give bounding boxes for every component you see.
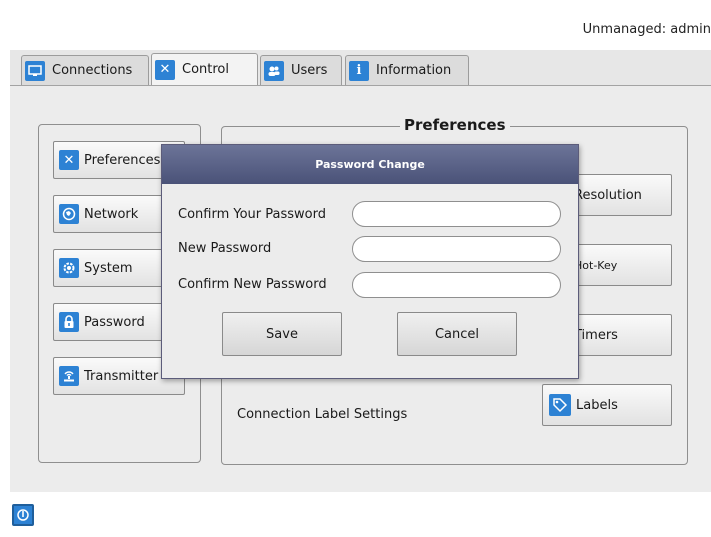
tab-label: Users xyxy=(291,63,328,78)
confirm-new-password-field[interactable] xyxy=(352,272,561,298)
tab-information[interactable]: i Information xyxy=(345,55,469,85)
hot-key-label: Hot-Key xyxy=(574,258,618,272)
monitor-icon xyxy=(25,60,45,81)
sidebar-item-label: Transmitter xyxy=(84,368,159,384)
bottom-bar xyxy=(0,492,711,537)
password-change-dialog: Password Change Confirm Your Password Ne… xyxy=(161,144,579,379)
tab-connections[interactable]: Connections xyxy=(21,55,149,85)
tab-control[interactable]: ✕ Control xyxy=(151,53,258,85)
tag-icon xyxy=(549,394,571,416)
lock-icon xyxy=(59,312,79,332)
sidebar-item-label: Preferences xyxy=(84,152,161,168)
power-icon[interactable] xyxy=(12,504,34,526)
sidebar-item-label: Network xyxy=(84,206,139,222)
top-bar: Unmanaged: admin xyxy=(0,0,711,50)
globe-icon xyxy=(59,204,79,224)
confirm-your-password-label: Confirm Your Password xyxy=(178,207,326,222)
connection-label-settings-text: Connection Label Settings xyxy=(237,407,408,422)
resolution-label: Resolution xyxy=(574,187,642,203)
gear-icon xyxy=(59,258,79,278)
confirm-your-password-field[interactable] xyxy=(352,201,561,227)
save-button[interactable]: Save xyxy=(222,312,342,356)
tab-label: Connections xyxy=(52,63,133,78)
preferences-title: Preferences xyxy=(400,116,510,134)
timers-label: Timers xyxy=(574,327,618,343)
cancel-button[interactable]: Cancel xyxy=(397,312,517,356)
status-text: Unmanaged: admin xyxy=(582,22,711,37)
users-icon xyxy=(264,60,284,81)
sidebar-item-label: Password xyxy=(84,314,145,330)
new-password-label: New Password xyxy=(178,241,272,256)
tab-users[interactable]: Users xyxy=(260,55,342,85)
dialog-title: Password Change xyxy=(162,145,578,184)
sidebar-item-label: System xyxy=(84,260,133,276)
new-password-field[interactable] xyxy=(352,236,561,262)
info-icon: i xyxy=(349,60,369,81)
tab-label: Information xyxy=(376,63,452,78)
tab-label: Control xyxy=(182,62,229,77)
transmitter-icon xyxy=(59,366,79,386)
labels-button[interactable]: Labels xyxy=(542,384,672,426)
confirm-new-password-label: Confirm New Password xyxy=(178,277,327,292)
labels-label: Labels xyxy=(576,397,618,413)
tools-icon: ✕ xyxy=(59,150,79,170)
tools-icon: ✕ xyxy=(155,59,175,80)
